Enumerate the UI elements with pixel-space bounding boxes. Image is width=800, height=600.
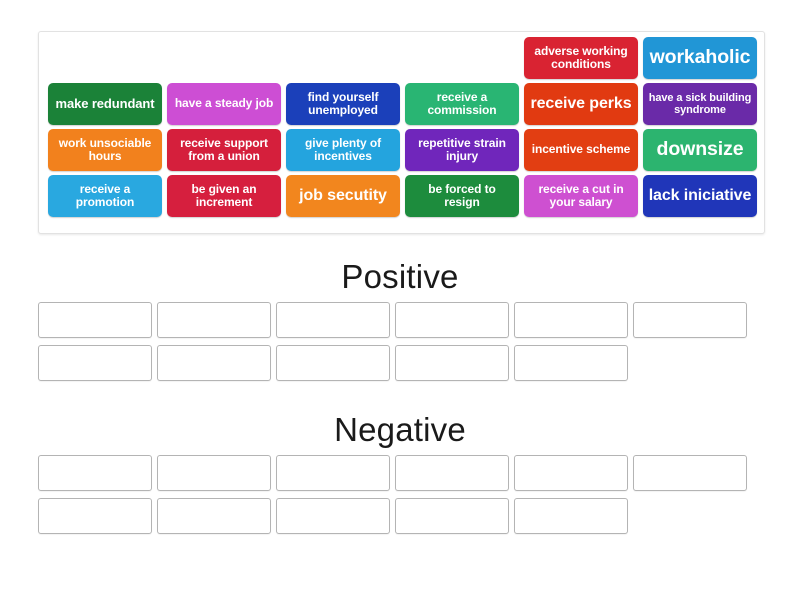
tile-row: receive a promotion be given an increment…: [48, 175, 757, 217]
dropzone-slot[interactable]: [276, 498, 390, 534]
dropzone-slot[interactable]: [514, 345, 628, 381]
draggable-tile[interactable]: have a steady job: [167, 83, 281, 125]
draggable-tile[interactable]: workaholic: [643, 37, 757, 79]
category-title-negative: Negative: [334, 411, 466, 448]
category-title-positive: Positive: [341, 258, 459, 295]
draggable-tile[interactable]: have a sick building syndrome: [643, 83, 757, 125]
dropzone-slot[interactable]: [514, 498, 628, 534]
dropzone-slot[interactable]: [38, 498, 152, 534]
draggable-tile[interactable]: incentive scheme: [524, 129, 638, 171]
draggable-tile[interactable]: receive a promotion: [48, 175, 162, 217]
dropzone-row: [38, 498, 765, 534]
tile-row: make redundant have a steady job find your…: [48, 83, 757, 125]
dropzone-slot[interactable]: [276, 345, 390, 381]
draggable-tile[interactable]: give plenty of incentives: [286, 129, 400, 171]
dropzone-group-positive: [38, 302, 765, 381]
dropzone-slot[interactable]: [38, 345, 152, 381]
draggable-tile[interactable]: make redundant: [48, 83, 162, 125]
draggable-tile[interactable]: receive a cut in your salary: [524, 175, 638, 217]
dropzone-row: [38, 455, 765, 491]
tile-spacer: [167, 37, 281, 79]
draggable-tile[interactable]: downsize: [643, 129, 757, 171]
dropzone-slot[interactable]: [514, 455, 628, 491]
draggable-tile[interactable]: receive perks: [524, 83, 638, 125]
dropzone-slot[interactable]: [157, 498, 271, 534]
draggable-tile[interactable]: receive a commission: [405, 83, 519, 125]
dropzone-slot[interactable]: [633, 302, 747, 338]
dropzone-slot[interactable]: [157, 345, 271, 381]
dropzone-slot[interactable]: [395, 455, 509, 491]
dropzone-row: [38, 302, 765, 338]
draggable-tile[interactable]: work unsociable hours: [48, 129, 162, 171]
draggable-tile[interactable]: adverse working conditions: [524, 37, 638, 79]
dropzone-slot[interactable]: [395, 498, 509, 534]
draggable-tile[interactable]: be forced to resign: [405, 175, 519, 217]
dropzone-slot[interactable]: [276, 302, 390, 338]
tile-grid: adverse working conditions workaholic make…: [48, 37, 757, 217]
dropzone-row: [38, 345, 765, 381]
dropzone-slot[interactable]: [157, 302, 271, 338]
draggable-tile[interactable]: find yourself unemployed: [286, 83, 400, 125]
dropzone-slot[interactable]: [514, 302, 628, 338]
draggable-tile[interactable]: receive support from a union: [167, 129, 281, 171]
draggable-tile[interactable]: repetitive strain injury: [405, 129, 519, 171]
dropzone-slot[interactable]: [633, 455, 747, 491]
tile-spacer: [405, 37, 519, 79]
tile-row: adverse working conditions workaholic: [48, 37, 757, 79]
dropzone-slot[interactable]: [38, 302, 152, 338]
dropzone-slot[interactable]: [395, 302, 509, 338]
draggable-tile[interactable]: lack iniciative: [643, 175, 757, 217]
tile-bank-panel: adverse working conditions workaholic make…: [38, 31, 765, 234]
dropzone-slot[interactable]: [276, 455, 390, 491]
dropzone-slot[interactable]: [38, 455, 152, 491]
draggable-tile[interactable]: job secutity: [286, 175, 400, 217]
tile-spacer: [48, 37, 162, 79]
dropzone-group-negative: [38, 455, 765, 534]
dropzone-slot[interactable]: [157, 455, 271, 491]
dropzone-slot[interactable]: [395, 345, 509, 381]
draggable-tile[interactable]: be given an increment: [167, 175, 281, 217]
activity-stage: adverse working conditions workaholic make…: [0, 0, 800, 600]
tile-row: work unsociable hours receive support fro…: [48, 129, 757, 171]
tile-spacer: [286, 37, 400, 79]
